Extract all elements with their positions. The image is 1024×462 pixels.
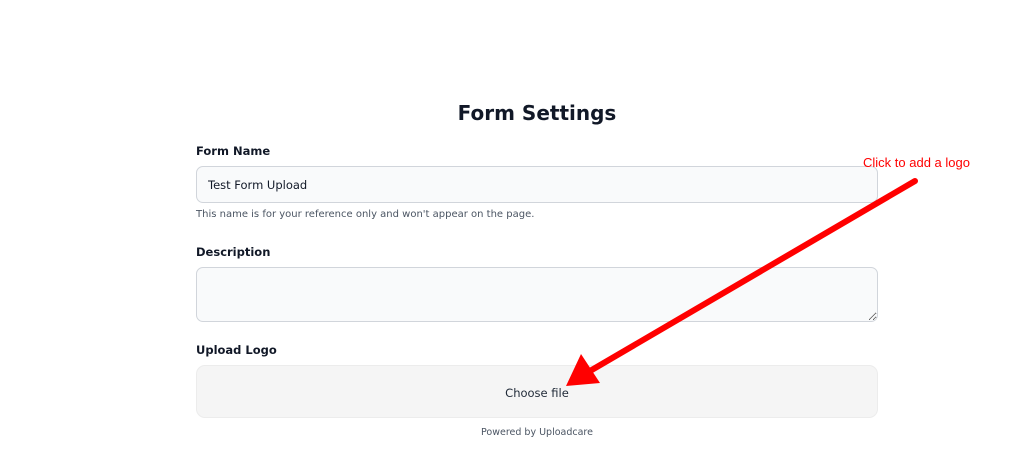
- annotation-label: Click to add a logo: [863, 155, 970, 170]
- page-title: Form Settings: [457, 101, 617, 125]
- form-name-help-text: This name is for your reference only and…: [196, 209, 535, 220]
- form-name-input[interactable]: [196, 166, 878, 203]
- upload-logo-dropzone[interactable]: Choose file: [196, 365, 878, 418]
- description-textarea[interactable]: [196, 267, 878, 322]
- powered-by-uploadcare: Powered by Uploadcare: [481, 427, 593, 438]
- description-label: Description: [196, 245, 271, 259]
- form-settings-page: Form Settings Form Name This name is for…: [0, 0, 1024, 462]
- choose-file-button[interactable]: Choose file: [505, 386, 569, 400]
- form-name-label: Form Name: [196, 144, 271, 158]
- upload-logo-label: Upload Logo: [196, 343, 277, 357]
